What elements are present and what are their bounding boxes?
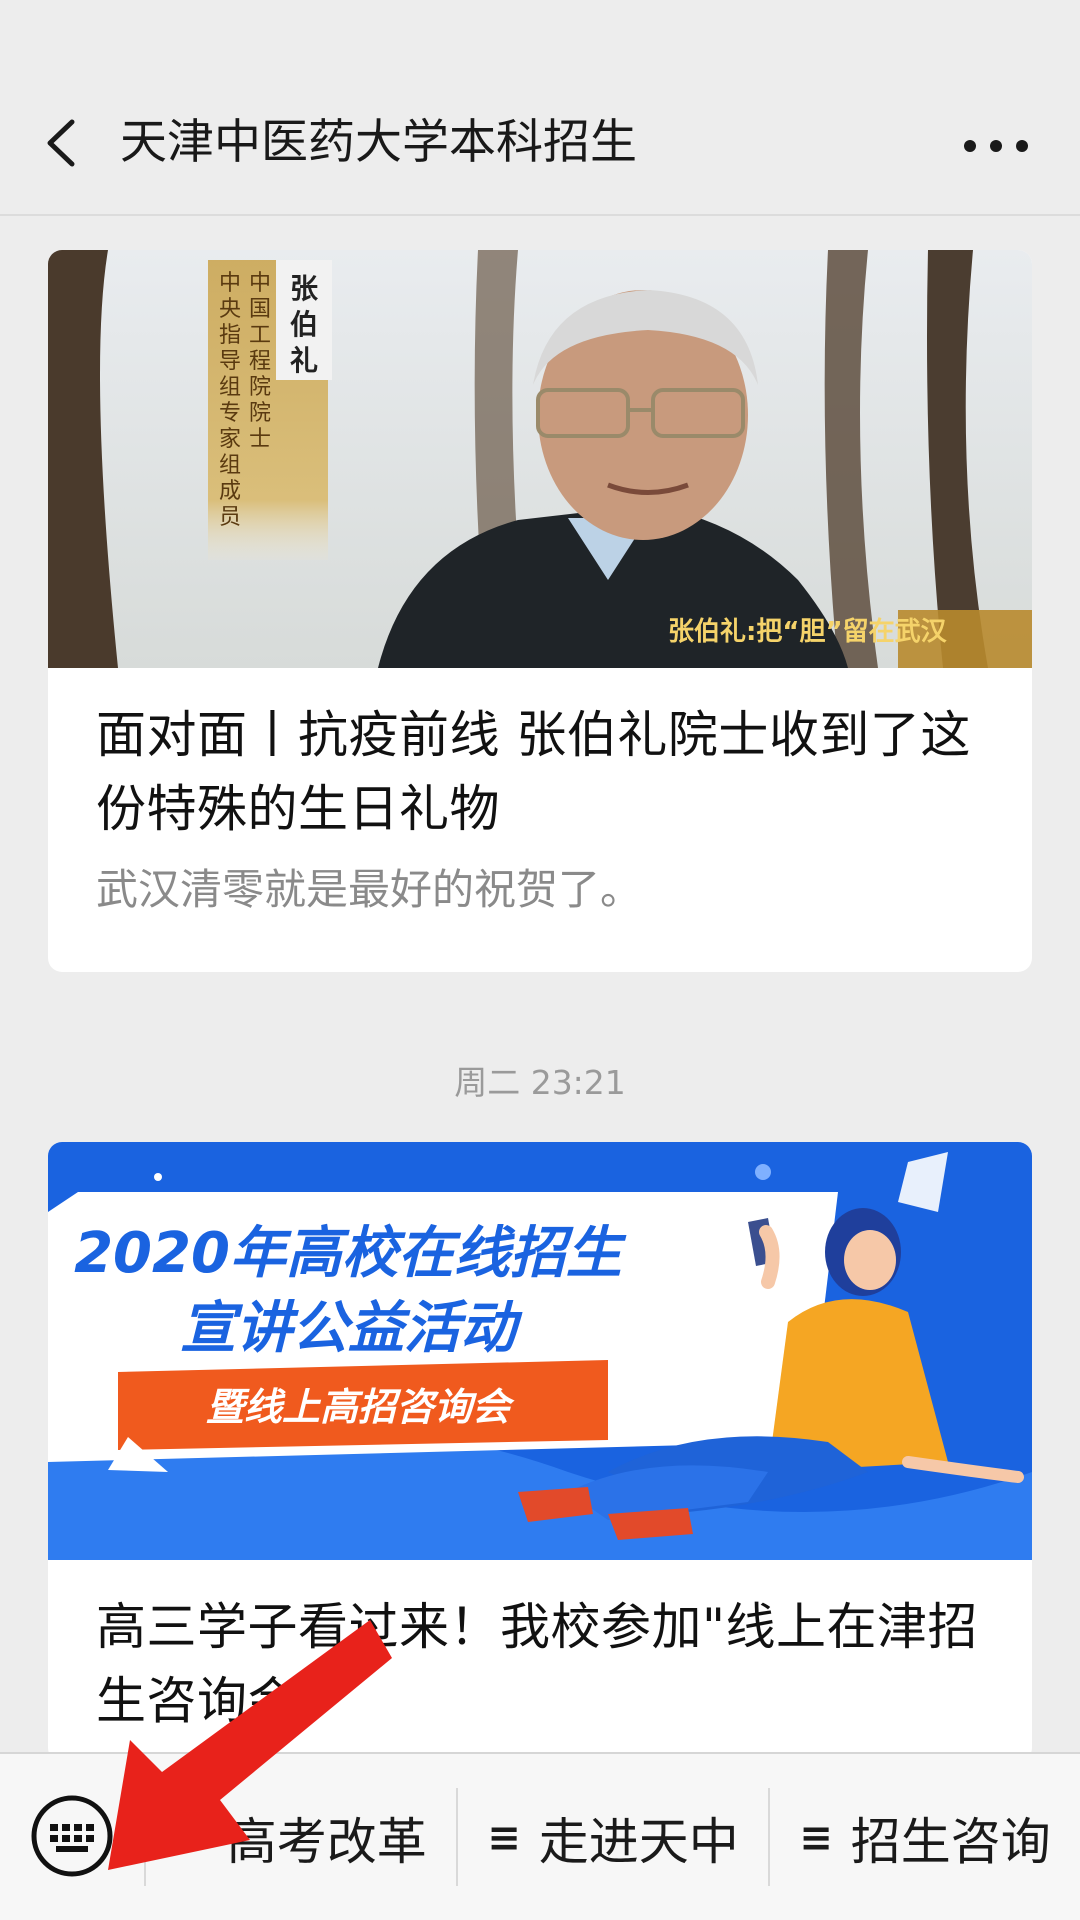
menu-list-icon: ≡	[799, 1815, 833, 1861]
keyboard-toggle-button[interactable]	[30, 1794, 114, 1878]
menu-list-icon: ≡	[487, 1815, 521, 1861]
page-title: 天津中医药大学本科招生	[120, 115, 637, 170]
article-title: 面对面丨抗疫前线 张伯礼院士收到了这份特殊的生日礼物	[96, 706, 971, 838]
svg-text:中央指导组专家组成员: 中央指导组专家组成员	[219, 271, 241, 530]
back-button[interactable]	[28, 108, 98, 178]
more-dots-icon	[964, 140, 1028, 152]
banner-ribbon: 暨线上高招咨询会	[206, 1385, 515, 1429]
menu-item-label: 高考改革	[226, 1813, 427, 1871]
chevron-left-icon	[47, 119, 75, 167]
menu-item-gaokao-reform[interactable]: ≡ 高考改革	[146, 1790, 456, 1886]
article-cover-image: 张伯礼 中国工程院院士 中央指导组专家组成员 张伯礼:把“胆”留在武汉	[48, 250, 1032, 668]
article-title: 高三学子看过来！我校参加"线上在津招生咨询会"	[96, 1598, 978, 1730]
video-caption: 张伯礼:把“胆”留在武汉	[668, 616, 948, 647]
menu-item-label: 招生咨询	[850, 1813, 1051, 1871]
keyboard-icon	[31, 1795, 113, 1877]
article-digest: 武汉清零就是最好的祝贺了。	[96, 865, 643, 914]
menu-item-about-school[interactable]: ≡ 走进天中	[458, 1790, 768, 1886]
bottom-menu-bar: ≡ 高考改革 ≡ 走进天中 ≡ 招生咨询	[0, 1752, 1080, 1920]
svg-text:中国工程院院士: 中国工程院院士	[249, 271, 271, 452]
message-timestamp: 周二 23:21	[454, 1063, 626, 1102]
banner-subheadline: 宣讲公益活动	[180, 1296, 523, 1361]
menu-item-admission-consult[interactable]: ≡ 招生咨询	[770, 1790, 1080, 1886]
overlay-name: 张伯礼	[290, 272, 318, 377]
article-card[interactable]: 张伯礼 中国工程院院士 中央指导组专家组成员 张伯礼:把“胆”留在武汉 面对面丨…	[48, 250, 1032, 972]
menu-list-icon: ≡	[175, 1815, 209, 1861]
banner-headline: 2020年高校在线招生	[74, 1221, 627, 1286]
article-cover-image: 2020年高校在线招生 宣讲公益活动 暨线上高招咨询会	[48, 1142, 1032, 1560]
article-card[interactable]: 2020年高校在线招生 宣讲公益活动 暨线上高招咨询会 高三学子看过来！我校参加…	[48, 1142, 1032, 1762]
top-nav-bar: 天津中医药大学本科招生	[0, 0, 1080, 216]
menu-item-label: 走进天中	[538, 1813, 739, 1871]
more-button[interactable]	[956, 116, 1036, 176]
